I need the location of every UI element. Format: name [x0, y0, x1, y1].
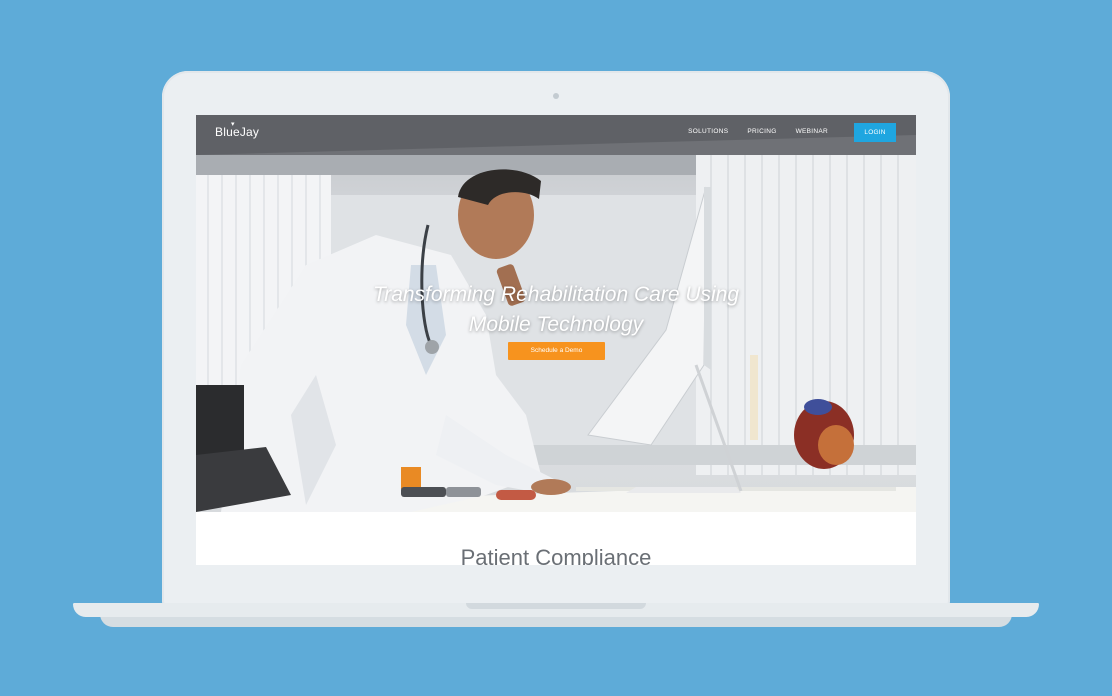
top-navigation: ▾ BlueJay SOLUTIONS PRICING WEBINAR LOGI… [196, 115, 916, 151]
laptop-base [73, 603, 1039, 617]
logo-text: BlueJay [215, 125, 260, 139]
laptop-notch [466, 603, 646, 609]
login-button[interactable]: LOGIN [854, 123, 896, 142]
nav-links: SOLUTIONS PRICING WEBINAR [669, 128, 828, 135]
site-logo[interactable]: ▾ BlueJay [215, 121, 260, 139]
hero-section: ▾ BlueJay SOLUTIONS PRICING WEBINAR LOGI… [196, 115, 916, 512]
browser-screen: ▾ BlueJay SOLUTIONS PRICING WEBINAR LOGI… [196, 115, 916, 565]
hero-headline-line1: Transforming Rehabilitation Care Using [372, 283, 740, 306]
nav-link-solutions[interactable]: SOLUTIONS [688, 128, 728, 135]
bird-logo-icon: ▾ [231, 121, 235, 128]
laptop-camera-icon [553, 93, 559, 99]
nav-link-webinar[interactable]: WEBINAR [796, 128, 828, 135]
schedule-demo-button[interactable]: Schedule a Demo [508, 342, 605, 360]
laptop-lid: ▾ BlueJay SOLUTIONS PRICING WEBINAR LOGI… [162, 71, 950, 607]
section-title: Patient Compliance [460, 545, 652, 565]
nav-link-pricing[interactable]: PRICING [747, 128, 776, 135]
hero-headline: Transforming Rehabilitation Care Using M… [196, 280, 916, 340]
hero-headline-line2: Mobile Technology [468, 313, 644, 336]
